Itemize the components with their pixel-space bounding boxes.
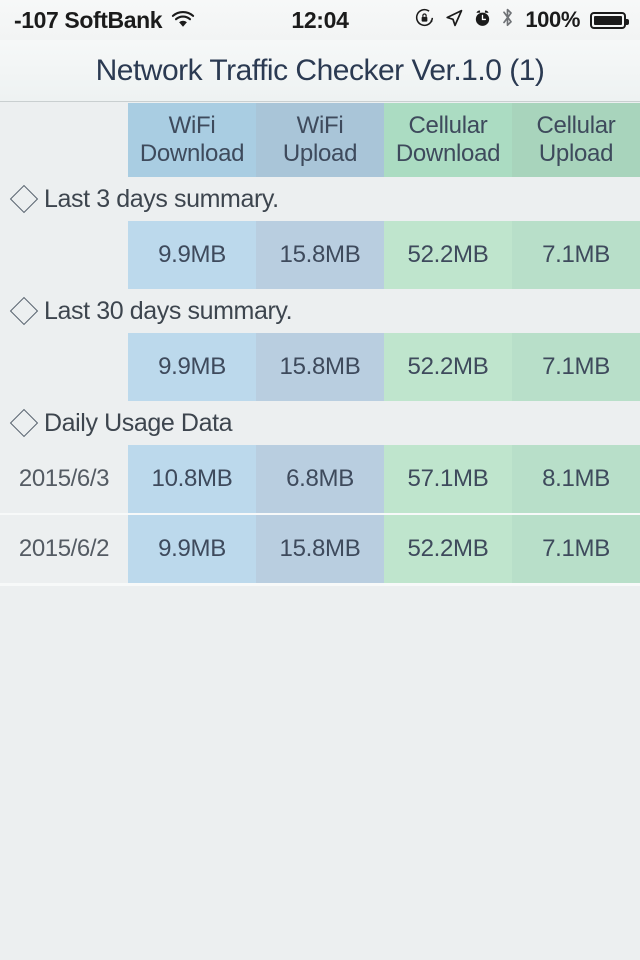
cell-wifi-upload: 6.8MB <box>256 445 384 513</box>
diamond-icon <box>9 296 39 326</box>
column-header-line1: WiFi <box>168 111 216 139</box>
section-header-last-3-days[interactable]: Last 3 days summary. <box>0 177 640 221</box>
diamond-icon <box>9 408 39 438</box>
column-header-wifi-download: WiFi Download <box>128 103 256 177</box>
cell-wifi-upload: 15.8MB <box>256 515 384 583</box>
header-spacer-cell <box>0 103 128 177</box>
column-header-line2: Download <box>139 140 245 167</box>
column-header-wifi-upload: WiFi Upload <box>256 103 384 177</box>
cell-wifi-download: 10.8MB <box>128 445 256 513</box>
cell-wifi-upload: 15.8MB <box>256 333 384 401</box>
row-label-date: 2015/6/2 <box>0 515 128 583</box>
battery-percent-label: 100% <box>525 7 580 32</box>
alarm-clock-icon <box>473 7 492 34</box>
cell-cellular-download: 52.2MB <box>384 221 512 289</box>
column-header-line2: Upload <box>538 140 614 167</box>
battery-icon <box>590 11 629 29</box>
section-title: Last 30 days summary. <box>44 296 293 325</box>
section-title: Last 3 days summary. <box>44 184 279 213</box>
table-row[interactable]: 2015/6/2 9.9MB 15.8MB 52.2MB 7.1MB <box>0 515 640 583</box>
cell-cellular-upload: 7.1MB <box>512 333 640 401</box>
carrier-label: -107 SoftBank <box>14 6 163 33</box>
table-row[interactable]: 9.9MB 15.8MB 52.2MB 7.1MB <box>0 333 640 401</box>
table-row[interactable]: 2015/6/3 10.8MB 6.8MB 57.1MB 8.1MB <box>0 445 640 513</box>
section-header-daily-usage[interactable]: Daily Usage Data <box>0 401 640 445</box>
column-header-line1: WiFi <box>296 111 344 139</box>
rotation-lock-icon <box>414 7 435 34</box>
empty-area <box>0 586 640 960</box>
app-screen: -107 SoftBank 12:04 100% Network Traffic… <box>0 0 640 960</box>
row-label <box>0 221 128 289</box>
cell-wifi-download: 9.9MB <box>128 333 256 401</box>
status-bar-left: -107 SoftBank <box>14 7 320 34</box>
cell-cellular-download: 57.1MB <box>384 445 512 513</box>
bluetooth-icon <box>501 7 514 34</box>
cell-cellular-download: 52.2MB <box>384 333 512 401</box>
cell-cellular-upload: 7.1MB <box>512 515 640 583</box>
cell-wifi-download: 9.9MB <box>128 221 256 289</box>
cell-cellular-download: 52.2MB <box>384 515 512 583</box>
cell-wifi-download: 9.9MB <box>128 515 256 583</box>
cell-cellular-upload: 7.1MB <box>512 221 640 289</box>
column-header-line1: Cellular <box>536 111 616 139</box>
row-label <box>0 333 128 401</box>
section-title: Daily Usage Data <box>44 408 233 437</box>
status-bar: -107 SoftBank 12:04 100% <box>0 0 640 40</box>
status-bar-right: 100% <box>320 7 629 34</box>
table-header-row: WiFi Download WiFi Upload Cellular Downl… <box>0 102 640 177</box>
usage-table: WiFi Download WiFi Upload Cellular Downl… <box>0 102 640 586</box>
navigation-bar: Network Traffic Checker Ver.1.0 (1) <box>0 40 640 102</box>
column-header-line1: Cellular <box>408 111 488 139</box>
column-header-line2: Download <box>395 140 501 167</box>
cell-cellular-upload: 8.1MB <box>512 445 640 513</box>
diamond-icon <box>9 184 39 214</box>
section-header-last-30-days[interactable]: Last 30 days summary. <box>0 289 640 333</box>
page-title: Network Traffic Checker Ver.1.0 (1) <box>95 53 545 87</box>
wifi-icon <box>171 11 195 29</box>
column-header-line2: Upload <box>282 140 358 167</box>
table-row[interactable]: 9.9MB 15.8MB 52.2MB 7.1MB <box>0 221 640 289</box>
column-header-cellular-download: Cellular Download <box>384 103 512 177</box>
location-arrow-icon <box>444 7 464 34</box>
cell-wifi-upload: 15.8MB <box>256 221 384 289</box>
column-header-cellular-upload: Cellular Upload <box>512 103 640 177</box>
row-label-date: 2015/6/3 <box>0 445 128 513</box>
